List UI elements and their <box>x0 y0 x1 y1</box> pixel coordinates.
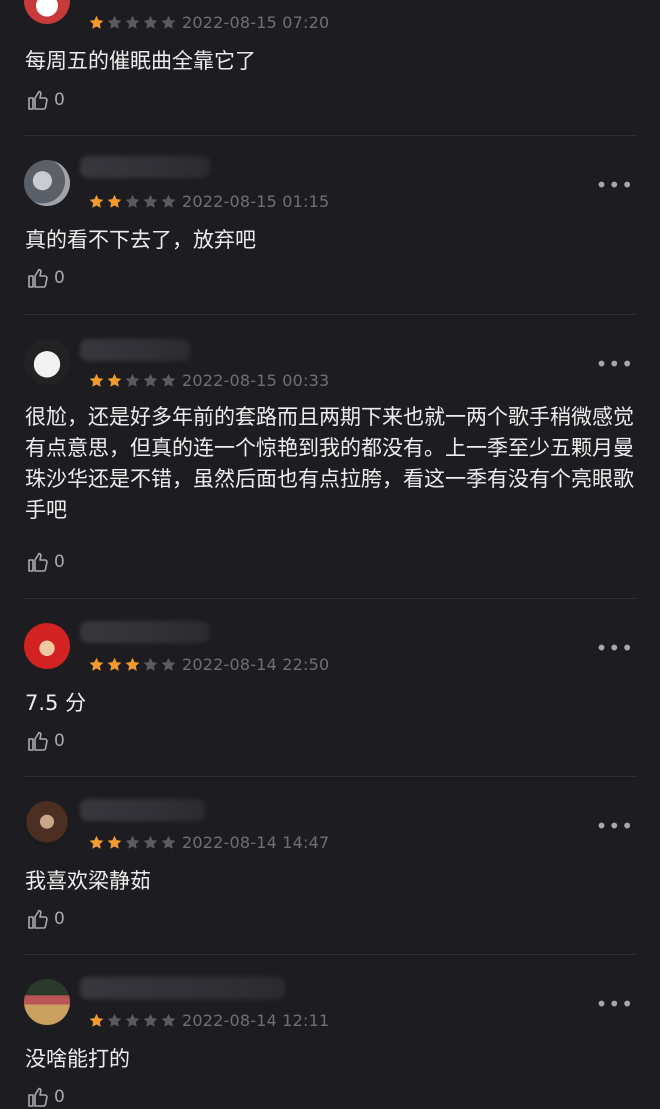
review-content: 我喜欢梁静茹 <box>25 869 151 893</box>
star-filled-icon <box>107 194 122 208</box>
thumbs-up-icon <box>28 909 48 929</box>
star-empty-icon <box>161 194 176 208</box>
username-blurred[interactable] <box>80 799 205 821</box>
star-empty-icon <box>161 657 176 671</box>
username-blurred[interactable] <box>80 977 285 999</box>
divider <box>24 135 636 136</box>
thumbs-up-icon <box>28 268 48 288</box>
username-blurred[interactable] <box>80 156 210 178</box>
star-filled-icon <box>89 194 104 208</box>
star-filled-icon <box>107 657 122 671</box>
like-button[interactable]: 0 <box>26 1085 65 1109</box>
star-empty-icon <box>143 15 158 29</box>
thumbs-up-icon <box>28 552 48 572</box>
star-empty-icon <box>125 835 140 849</box>
avatar[interactable] <box>24 979 70 1025</box>
star-empty-icon <box>143 1013 158 1027</box>
review-content: 没啥能打的 <box>25 1047 130 1071</box>
avatar[interactable] <box>24 160 70 206</box>
star-empty-icon <box>161 835 176 849</box>
review-content: 7.5 分 <box>25 691 87 715</box>
more-options-icon[interactable]: ••• <box>596 175 634 195</box>
like-count: 0 <box>54 909 65 929</box>
like-button[interactable]: 0 <box>26 729 65 753</box>
star-empty-icon <box>143 657 158 671</box>
rating-stars <box>88 14 177 32</box>
review-date: 2022-08-14 22:50 <box>182 655 330 674</box>
star-filled-icon <box>107 835 122 849</box>
like-count: 0 <box>54 731 65 751</box>
rating-stars <box>88 656 177 674</box>
review-date: 2022-08-15 07:20 <box>182 13 330 32</box>
star-filled-icon <box>125 657 140 671</box>
username-blurred[interactable] <box>80 621 210 643</box>
star-empty-icon <box>107 15 122 29</box>
divider <box>24 954 636 955</box>
star-filled-icon <box>89 373 104 387</box>
avatar[interactable] <box>24 623 70 669</box>
review-content: 很尬，还是好多年前的套路而且两期下来也就一两个歌手稍微感觉有点意思，但真的连一个… <box>25 405 634 522</box>
review-date: 2022-08-14 12:11 <box>182 1011 330 1030</box>
avatar[interactable] <box>24 801 70 847</box>
like-count: 0 <box>54 90 65 110</box>
star-empty-icon <box>143 194 158 208</box>
like-button[interactable]: 0 <box>26 88 65 112</box>
rating-stars <box>88 193 177 211</box>
username-blurred[interactable] <box>80 339 190 361</box>
more-options-icon[interactable]: ••• <box>596 638 634 658</box>
thumbs-up-icon <box>28 1087 48 1107</box>
star-empty-icon <box>161 15 176 29</box>
star-filled-icon <box>89 1013 104 1027</box>
divider <box>24 314 636 315</box>
star-empty-icon <box>161 1013 176 1027</box>
review-content: 真的看不下去了，放弃吧 <box>25 228 256 252</box>
review-date: 2022-08-15 01:15 <box>182 192 330 211</box>
divider <box>24 598 636 599</box>
rating-stars <box>88 372 177 390</box>
thumbs-up-icon <box>28 90 48 110</box>
star-empty-icon <box>125 1013 140 1027</box>
star-filled-icon <box>89 657 104 671</box>
star-empty-icon <box>125 373 140 387</box>
review-date: 2022-08-15 00:33 <box>182 371 330 390</box>
review-content: 每周五的催眠曲全靠它了 <box>25 49 256 73</box>
star-empty-icon <box>125 194 140 208</box>
star-empty-icon <box>143 373 158 387</box>
avatar[interactable] <box>24 0 70 24</box>
star-filled-icon <box>89 15 104 29</box>
more-options-icon[interactable]: ••• <box>596 354 634 374</box>
like-button[interactable]: 0 <box>26 907 65 931</box>
star-empty-icon <box>143 835 158 849</box>
review-date: 2022-08-14 14:47 <box>182 833 330 852</box>
divider <box>24 776 636 777</box>
like-count: 0 <box>54 552 65 572</box>
star-empty-icon <box>107 1013 122 1027</box>
like-button[interactable]: 0 <box>26 266 65 290</box>
avatar[interactable] <box>24 339 70 385</box>
star-empty-icon <box>125 15 140 29</box>
thumbs-up-icon <box>28 731 48 751</box>
rating-stars <box>88 834 177 852</box>
rating-stars <box>88 1012 177 1030</box>
star-filled-icon <box>107 373 122 387</box>
like-button[interactable]: 0 <box>26 550 65 574</box>
star-filled-icon <box>89 835 104 849</box>
like-count: 0 <box>54 1087 65 1107</box>
more-options-icon[interactable]: ••• <box>596 994 634 1014</box>
like-count: 0 <box>54 268 65 288</box>
star-empty-icon <box>161 373 176 387</box>
more-options-icon[interactable]: ••• <box>596 816 634 836</box>
